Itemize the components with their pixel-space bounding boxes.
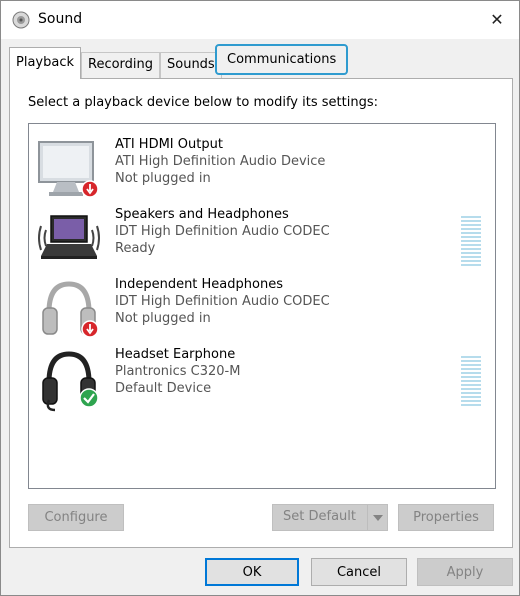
tab-bar: Playback Recording Sounds Communications: [9, 44, 513, 79]
device-text: Speakers and Headphones IDT High Definit…: [115, 206, 330, 257]
window-title: Sound: [38, 11, 83, 27]
device-status: Default Device: [115, 381, 212, 396]
device-status: Not plugged in: [115, 171, 211, 186]
device-text: ATI HDMI Output ATI High Definition Audi…: [115, 136, 325, 187]
device-name: Speakers and Headphones: [115, 207, 289, 222]
apply-button[interactable]: Apply: [417, 558, 513, 586]
device-text: Independent Headphones IDT High Definiti…: [115, 276, 330, 327]
device-driver: Plantronics C320-M: [115, 364, 241, 379]
device-text: Headset Earphone Plantronics C320-M Defa…: [115, 346, 240, 397]
unplugged-badge-icon: [81, 180, 99, 198]
instruction-text: Select a playback device below to modify…: [28, 95, 378, 110]
device-status: Not plugged in: [115, 311, 211, 326]
tab-sounds[interactable]: Sounds: [160, 52, 222, 78]
device-name: Independent Headphones: [115, 277, 283, 292]
level-meter: [461, 216, 481, 268]
properties-button[interactable]: Properties: [398, 504, 494, 531]
device-name: ATI HDMI Output: [115, 137, 223, 152]
list-item[interactable]: ATI HDMI Output ATI High Definition Audi…: [29, 134, 495, 202]
laptop-speakers-icon: [38, 215, 100, 259]
sound-dialog: Sound ✕ Playback Recording Sounds Commun…: [0, 0, 520, 596]
ok-button[interactable]: OK: [205, 558, 299, 586]
close-icon: ✕: [490, 9, 504, 29]
device-driver: IDT High Definition Audio CODEC: [115, 224, 330, 239]
close-button[interactable]: ✕: [475, 1, 519, 37]
set-default-label: Set Default: [283, 509, 356, 524]
set-default-dropdown[interactable]: [367, 505, 387, 530]
device-driver: IDT High Definition Audio CODEC: [115, 294, 330, 309]
list-item[interactable]: Headset Earphone Plantronics C320-M Defa…: [29, 344, 495, 412]
default-check-icon: [79, 388, 99, 408]
list-item[interactable]: Independent Headphones IDT High Definiti…: [29, 274, 495, 342]
device-list[interactable]: ATI HDMI Output ATI High Definition Audi…: [28, 123, 496, 489]
playback-panel: Select a playback device below to modify…: [9, 78, 513, 548]
level-meter: [461, 356, 481, 408]
list-item[interactable]: Speakers and Headphones IDT High Definit…: [29, 204, 495, 272]
tab-label: Playback: [16, 55, 75, 70]
unplugged-badge-icon: [81, 320, 99, 338]
chevron-down-icon: [372, 514, 383, 521]
speaker-icon: [12, 11, 30, 29]
tab-label: Sounds: [167, 57, 215, 72]
tab-recording[interactable]: Recording: [81, 52, 161, 78]
tab-label: Recording: [88, 57, 154, 72]
tab-communications[interactable]: Communications: [215, 44, 349, 75]
configure-button[interactable]: Configure: [28, 504, 124, 531]
cancel-button[interactable]: Cancel: [311, 558, 407, 586]
set-default-button[interactable]: Set Default: [272, 504, 388, 531]
device-status: Ready: [115, 241, 156, 256]
title-bar[interactable]: Sound ✕: [1, 1, 519, 39]
tab-label: Communications: [227, 52, 337, 67]
device-driver: ATI High Definition Audio Device: [115, 154, 326, 169]
tab-playback[interactable]: Playback: [9, 47, 82, 79]
device-name: Headset Earphone: [115, 347, 236, 362]
